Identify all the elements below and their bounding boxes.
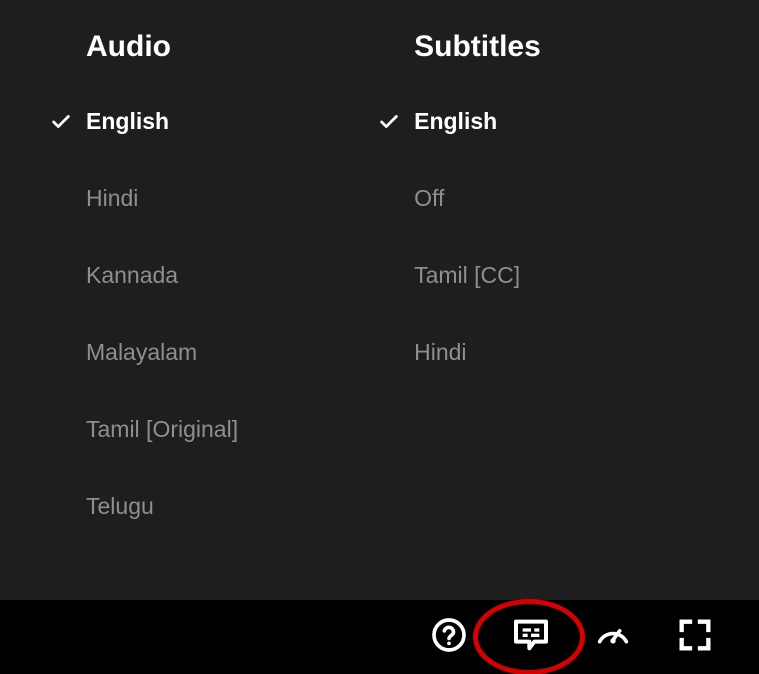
option-label: Tamil [CC]	[414, 262, 520, 289]
audio-option-english[interactable]: English	[50, 108, 238, 135]
option-label: Kannada	[86, 262, 178, 289]
option-label: Malayalam	[86, 339, 197, 366]
subtitles-option-tamil-cc[interactable]: Tamil [CC]	[378, 262, 541, 289]
option-label: Tamil [Original]	[86, 416, 238, 443]
option-label: Hindi	[414, 339, 466, 366]
check-icon	[378, 111, 414, 133]
option-label: English	[86, 108, 169, 135]
check-icon	[50, 111, 86, 133]
subtitles-option-english[interactable]: English	[378, 108, 541, 135]
option-label: English	[414, 108, 497, 135]
subtitles-option-off[interactable]: Off	[378, 185, 541, 212]
help-button[interactable]	[425, 613, 473, 661]
subtitles-icon	[511, 615, 551, 660]
audio-column: Audio English Hindi Kannada Malayalam Ta…	[50, 30, 238, 570]
audio-option-tamil-original[interactable]: Tamil [Original]	[50, 416, 238, 443]
audio-option-kannada[interactable]: Kannada	[50, 262, 238, 289]
subtitles-option-hindi[interactable]: Hindi	[378, 339, 541, 366]
audio-option-hindi[interactable]: Hindi	[50, 185, 238, 212]
help-icon	[429, 615, 469, 660]
audio-option-telugu[interactable]: Telugu	[50, 493, 238, 520]
audio-title: Audio	[86, 30, 238, 64]
speed-icon	[593, 615, 633, 660]
playback-speed-button[interactable]	[589, 613, 637, 661]
subtitles-title: Subtitles	[414, 30, 541, 64]
option-label: Hindi	[86, 185, 138, 212]
option-label: Off	[414, 185, 444, 212]
subtitles-column: Subtitles English Off Tamil [CC] Hindi	[378, 30, 541, 570]
audio-option-malayalam[interactable]: Malayalam	[50, 339, 238, 366]
player-toolbar	[0, 600, 759, 674]
option-label: Telugu	[86, 493, 154, 520]
subtitles-button[interactable]	[507, 613, 555, 661]
fullscreen-icon	[675, 615, 715, 660]
fullscreen-button[interactable]	[671, 613, 719, 661]
audio-subtitles-panel: Audio English Hindi Kannada Malayalam Ta…	[0, 0, 759, 600]
